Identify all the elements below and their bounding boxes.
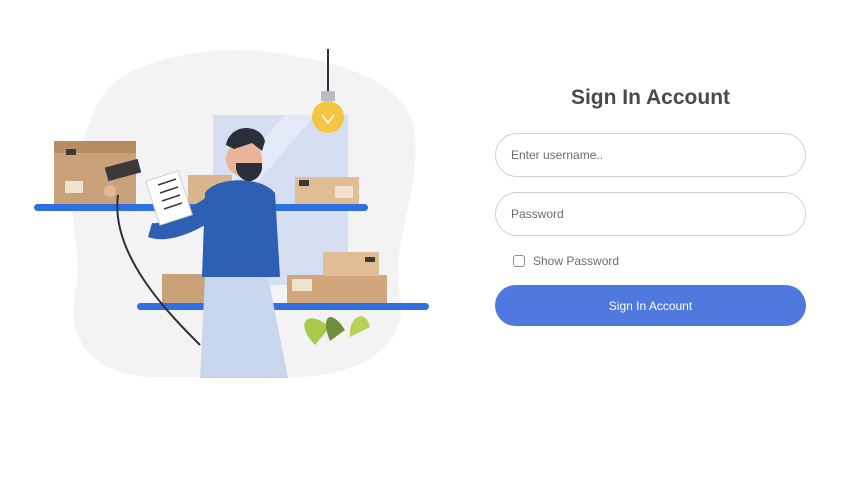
page-title: Sign In Account — [570, 86, 731, 109]
sign-in-button[interactable]: Sign In Account — [495, 285, 806, 326]
password-input[interactable] — [495, 192, 806, 236]
username-input[interactable] — [495, 133, 806, 177]
show-password-checkbox[interactable] — [513, 255, 525, 267]
lower-shelf — [137, 303, 429, 310]
show-password-row[interactable]: Show Password — [513, 252, 806, 270]
box-lower-top — [323, 252, 379, 276]
warehouse-worker-illustration — [34, 49, 429, 378]
warehouse-illustration — [30, 45, 450, 385]
worker-shirt — [202, 180, 280, 277]
login-panel: Sign In Account Show Password Sign In Ac… — [495, 85, 806, 326]
box-lower-left — [162, 274, 206, 303]
light-bulb — [312, 101, 344, 133]
show-password-label[interactable]: Show Password — [533, 254, 619, 268]
